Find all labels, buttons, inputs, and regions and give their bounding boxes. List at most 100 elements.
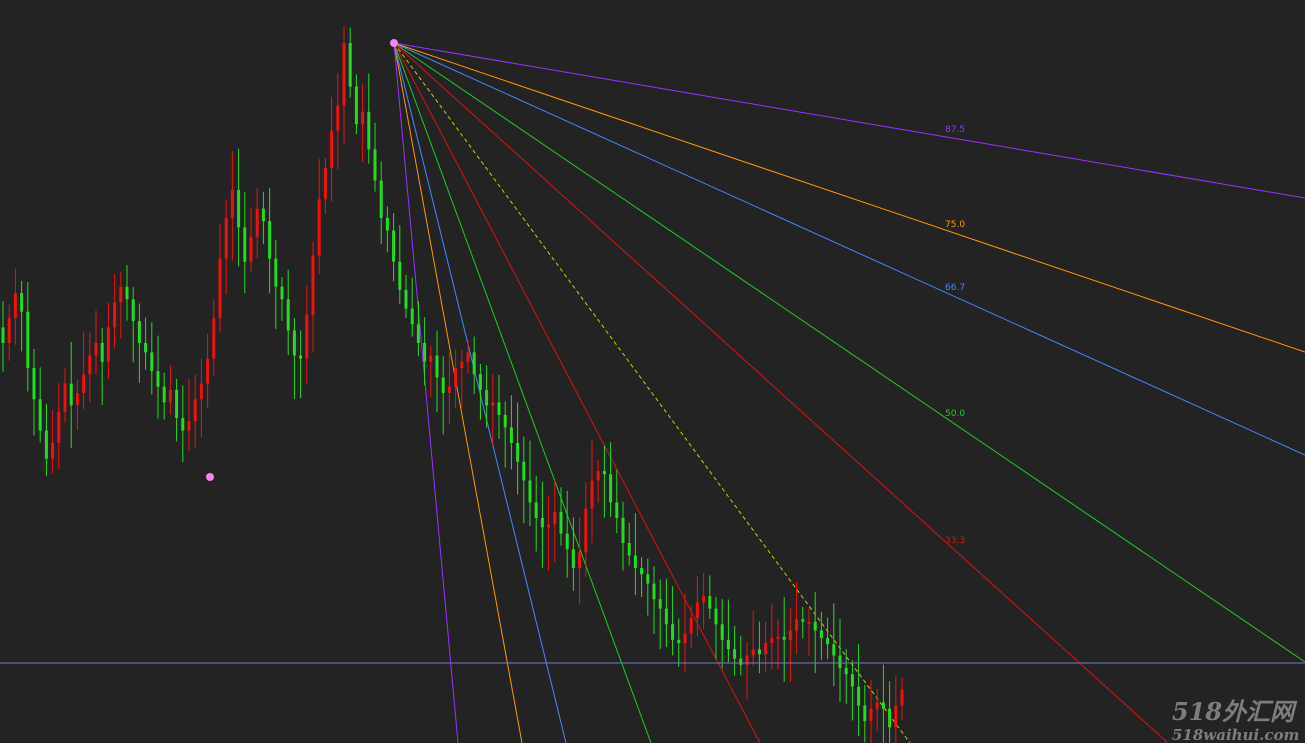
candle-body bbox=[671, 624, 675, 640]
candle-body bbox=[131, 299, 135, 322]
fan-label-87.5: 87.5 bbox=[945, 125, 965, 135]
candle-body bbox=[850, 674, 854, 687]
fan-low-point[interactable] bbox=[206, 473, 214, 481]
candle-body bbox=[509, 427, 513, 443]
candle-body bbox=[361, 111, 365, 125]
candle-body bbox=[379, 180, 383, 218]
candle-body bbox=[94, 343, 98, 356]
candle-body bbox=[478, 374, 482, 390]
candle-body bbox=[609, 474, 613, 503]
candle-body bbox=[156, 371, 160, 387]
candle-body bbox=[503, 414, 507, 428]
candle-body bbox=[863, 705, 867, 722]
candle-body bbox=[776, 636, 780, 639]
candle-body bbox=[819, 630, 823, 638]
candle-body bbox=[702, 596, 706, 603]
fan-label-50.0: 50.0 bbox=[945, 409, 965, 419]
candle-body bbox=[528, 480, 532, 503]
candle-body bbox=[51, 443, 55, 459]
candle-body bbox=[788, 630, 792, 640]
candle-body bbox=[392, 230, 396, 262]
candle-body bbox=[305, 314, 309, 359]
candle-body bbox=[596, 471, 600, 481]
candle-body bbox=[20, 293, 24, 312]
candle-body bbox=[181, 418, 185, 431]
candle-body bbox=[807, 621, 811, 624]
candle-body bbox=[497, 402, 501, 415]
candle-body bbox=[175, 389, 179, 418]
candle-body bbox=[689, 618, 693, 634]
candle-body bbox=[491, 402, 495, 406]
candle-body bbox=[757, 649, 761, 655]
candle-body bbox=[193, 399, 197, 422]
candle-body bbox=[187, 421, 191, 431]
candle-body bbox=[348, 43, 352, 87]
watermark-sub: 518waihui.com bbox=[1172, 726, 1299, 743]
gann-fan-chart: 87.5 75.0 66.7 50.0 33.3 518外汇网 518waihui.co… bbox=[0, 0, 1305, 743]
candle-body bbox=[677, 639, 681, 643]
watermark-main: 518外汇网 bbox=[1172, 697, 1298, 726]
candle-body bbox=[26, 311, 30, 368]
candle-body bbox=[646, 574, 650, 584]
candle-body bbox=[522, 461, 526, 481]
candle-body bbox=[782, 636, 786, 640]
fan-anchor-point[interactable] bbox=[390, 39, 398, 47]
candle-body bbox=[801, 619, 805, 622]
candle-body bbox=[7, 318, 11, 343]
candle-body bbox=[268, 221, 272, 259]
candle-body bbox=[683, 633, 687, 643]
candle-body bbox=[144, 343, 148, 353]
candle-body bbox=[633, 555, 637, 568]
candle-body bbox=[168, 389, 172, 403]
candle-body bbox=[311, 255, 315, 315]
candle-body bbox=[881, 702, 885, 709]
candle-body bbox=[708, 596, 712, 609]
candle-body bbox=[354, 86, 358, 125]
candle-body bbox=[627, 543, 631, 556]
candle-body bbox=[119, 286, 123, 303]
candle-body bbox=[82, 374, 86, 393]
candle-body bbox=[640, 568, 644, 575]
candle-body bbox=[472, 352, 476, 375]
candle-body bbox=[218, 258, 222, 318]
candle-body bbox=[224, 218, 228, 259]
candle-body bbox=[838, 655, 842, 668]
candle-body bbox=[571, 549, 575, 568]
candle-body bbox=[280, 286, 284, 300]
candle-body bbox=[751, 649, 755, 656]
candle-body bbox=[590, 480, 594, 509]
candle-body bbox=[125, 286, 129, 300]
candle-body bbox=[230, 189, 234, 218]
candle-body bbox=[795, 619, 799, 631]
candle-body bbox=[100, 343, 104, 362]
candle-body bbox=[584, 508, 588, 553]
candle-body bbox=[714, 608, 718, 625]
candle-body bbox=[323, 168, 327, 200]
candle-body bbox=[237, 189, 241, 228]
candle-body bbox=[720, 624, 724, 640]
candle-body bbox=[367, 111, 371, 150]
candle-body bbox=[695, 602, 699, 618]
candle-body bbox=[404, 289, 408, 309]
candle-body bbox=[664, 608, 668, 625]
candle-body bbox=[32, 368, 36, 400]
candle-body bbox=[900, 689, 904, 706]
candle-body bbox=[441, 377, 445, 393]
candle-body bbox=[429, 355, 433, 362]
candle-body bbox=[578, 552, 582, 568]
candle-body bbox=[733, 649, 737, 659]
candle-body bbox=[466, 352, 470, 362]
candle-body bbox=[658, 599, 662, 609]
candle-body bbox=[485, 389, 489, 406]
candle-body bbox=[615, 502, 619, 518]
fan-label-33.3: 33.3 bbox=[945, 536, 965, 546]
candle-body bbox=[336, 105, 340, 131]
candle-body bbox=[385, 218, 389, 231]
candle-body bbox=[38, 399, 42, 431]
candle-body bbox=[1, 327, 5, 343]
candle-body bbox=[274, 258, 278, 287]
candle-body bbox=[894, 705, 898, 728]
candle-body bbox=[869, 708, 873, 722]
chart-background bbox=[0, 0, 1305, 743]
candle-body bbox=[255, 208, 259, 237]
